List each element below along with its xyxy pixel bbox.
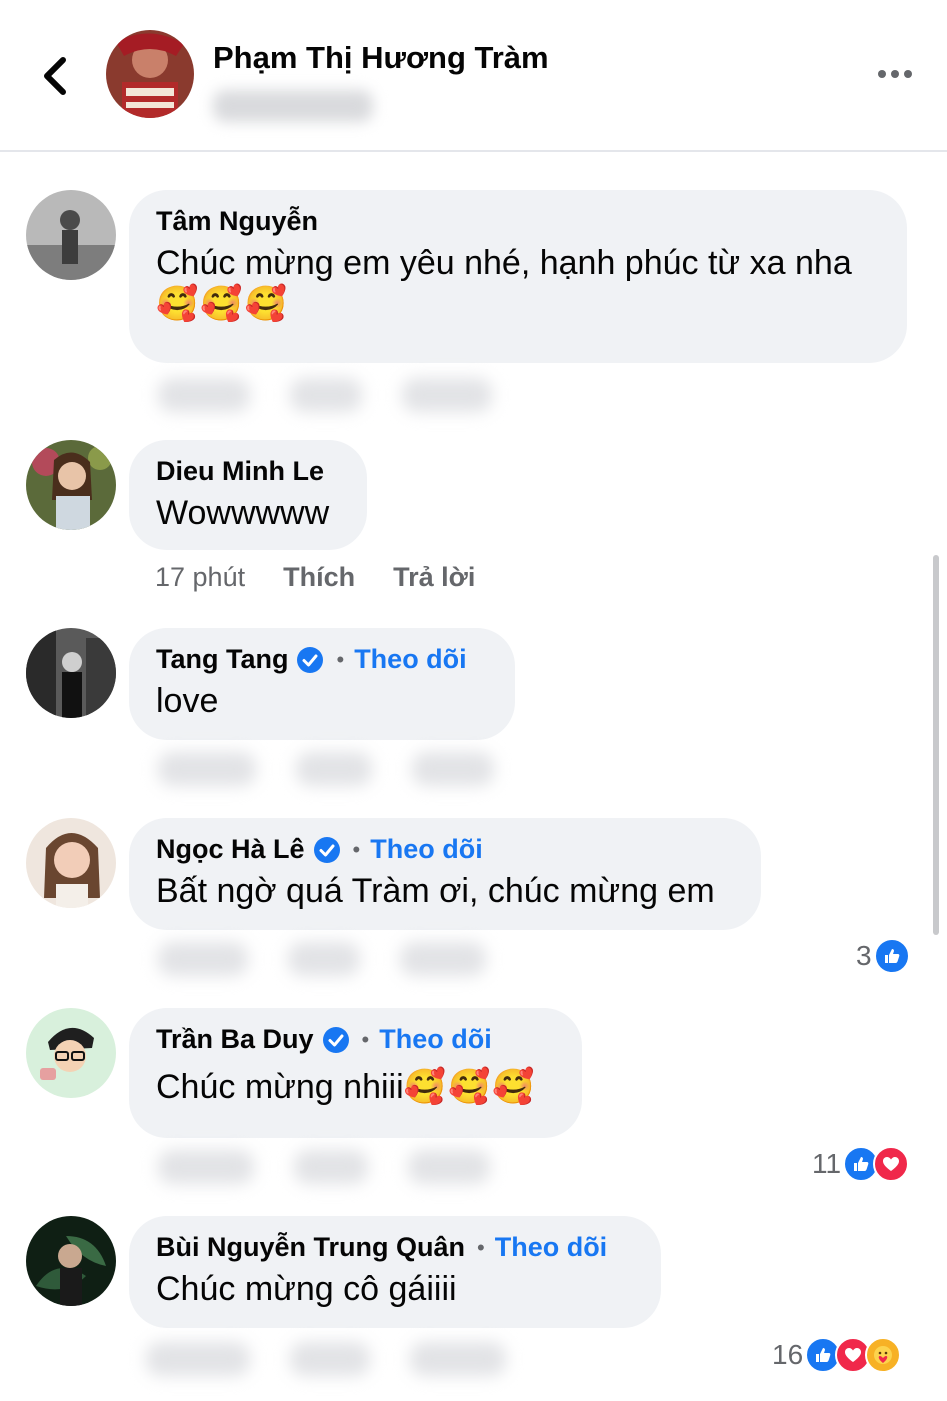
- comment-actions-blurred: [158, 752, 494, 786]
- comment-bubble[interactable]: Dieu Minh Le Wowwwww: [129, 440, 367, 550]
- reaction-count: 3: [856, 940, 872, 971]
- reaction-count: 16: [772, 1339, 804, 1370]
- avatar[interactable]: [26, 818, 116, 908]
- follow-button[interactable]: Theo dõi: [379, 1024, 491, 1055]
- reaction-summary[interactable]: 3: [856, 938, 910, 974]
- follow-button[interactable]: Theo dõi: [354, 644, 466, 675]
- comment-actions: 17 phút Thích Trả lời: [155, 562, 475, 593]
- comment-bubble[interactable]: Tang Tang • Theo dõi love: [129, 628, 515, 740]
- like-reaction-icon: [873, 938, 910, 974]
- avatar[interactable]: [26, 190, 116, 280]
- comment-author[interactable]: Tang Tang: [156, 644, 288, 675]
- reaction-summary[interactable]: 11: [812, 1146, 910, 1182]
- author-avatar[interactable]: [106, 30, 194, 118]
- chevron-left-icon: [44, 57, 66, 95]
- avatar[interactable]: [26, 440, 116, 530]
- scrollbar[interactable]: [933, 555, 939, 935]
- post-header: Phạm Thị Hương Tràm: [0, 0, 947, 152]
- comment-text: Chúc mừng em yêu nhé, hạnh phúc từ xa nh…: [156, 244, 852, 282]
- comment-actions-blurred: [146, 1342, 506, 1376]
- love-reaction-icon: [873, 1146, 910, 1182]
- comment-text: Wowwwww: [156, 494, 330, 532]
- more-options-button[interactable]: [870, 56, 920, 92]
- comment-author[interactable]: Ngọc Hà Lê: [156, 834, 305, 865]
- comment-actions-blurred: [158, 378, 492, 412]
- avatar[interactable]: [26, 1008, 116, 1098]
- comment-text: Bất ngờ quá Tràm ơi, chúc mừng em: [156, 872, 715, 910]
- like-button[interactable]: Thích: [283, 562, 355, 593]
- comment-author[interactable]: Bùi Nguyễn Trung Quân: [156, 1232, 465, 1263]
- smiling-hearts-emoji: 🥰🥰🥰: [156, 284, 290, 325]
- reaction-summary[interactable]: 16: [772, 1337, 902, 1373]
- post-meta-blurred: [213, 90, 373, 122]
- comment-author[interactable]: Tâm Nguyễn: [156, 206, 318, 237]
- comment-bubble[interactable]: Tâm Nguyễn Chúc mừng em yêu nhé, hạnh ph…: [129, 190, 907, 363]
- verified-badge-icon: [322, 1026, 349, 1053]
- comment-actions-blurred: [158, 942, 486, 976]
- comment-time: 17 phút: [155, 562, 246, 592]
- follow-button[interactable]: Theo dõi: [370, 834, 482, 865]
- reply-button[interactable]: Trả lời: [393, 562, 475, 593]
- comment-author[interactable]: Dieu Minh Le: [156, 456, 324, 487]
- comment-text: love: [156, 682, 219, 720]
- more-horizontal-icon: [878, 70, 886, 78]
- comment-bubble[interactable]: Ngọc Hà Lê • Theo dõi Bất ngờ quá Tràm ơ…: [129, 818, 761, 930]
- comment-actions-blurred: [158, 1150, 490, 1184]
- comment-text: Chúc mừng nhiii🥰🥰🥰: [156, 1067, 537, 1107]
- comment-bubble[interactable]: Bùi Nguyễn Trung Quân • Theo dõi Chúc mừ…: [129, 1216, 661, 1328]
- avatar[interactable]: [26, 1216, 116, 1306]
- reaction-count: 11: [812, 1148, 842, 1179]
- care-reaction-icon: [865, 1337, 902, 1373]
- back-button[interactable]: [30, 48, 80, 104]
- author-name[interactable]: Phạm Thị Hương Tràm: [213, 40, 549, 76]
- verified-badge-icon: [297, 646, 324, 673]
- comment-author[interactable]: Trần Ba Duy: [156, 1024, 314, 1055]
- smiling-hearts-emoji: 🥰🥰🥰: [403, 1067, 537, 1107]
- verified-badge-icon: [313, 836, 340, 863]
- avatar[interactable]: [26, 628, 116, 718]
- comment-bubble[interactable]: Trần Ba Duy • Theo dõi Chúc mừng nhiii🥰🥰…: [129, 1008, 582, 1138]
- comment-text: Chúc mừng cô gáiiii: [156, 1270, 457, 1308]
- follow-button[interactable]: Theo dõi: [495, 1232, 607, 1263]
